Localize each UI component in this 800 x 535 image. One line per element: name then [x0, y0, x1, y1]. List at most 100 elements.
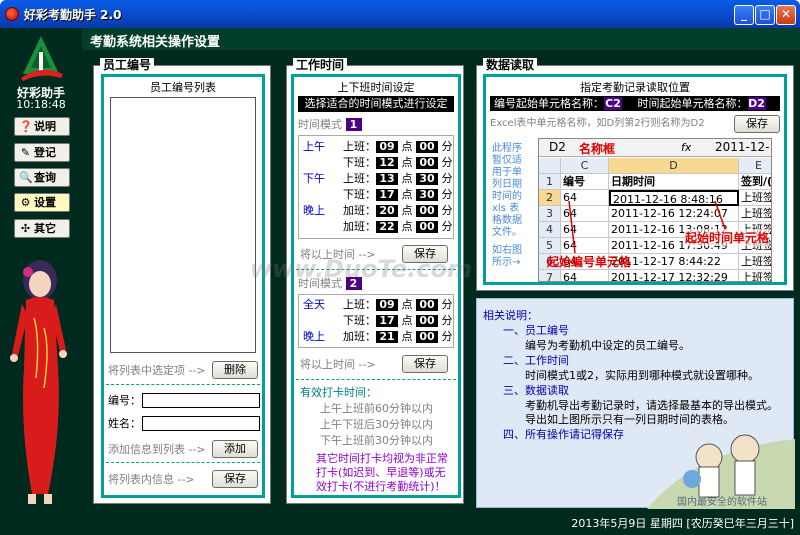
id-cell-field[interactable]: C2: [604, 97, 622, 110]
save-list-hint: 将列表内信息 -->: [108, 473, 195, 486]
time-row: 加班： 20 点 00 分: [343, 204, 453, 217]
status-bar: 2013年5月9日 星期四 [农历癸巳年三月三十]: [82, 510, 800, 535]
info-title: 相关说明：: [483, 309, 538, 322]
pencil-icon: ✎: [20, 146, 31, 159]
sidebar-button-settings[interactable]: ⚙ 设置: [14, 193, 70, 212]
maximize-button[interactable]: □: [755, 5, 775, 25]
hour-field[interactable]: 09: [376, 299, 398, 311]
cell-name-bar: 编号起始单元格名称：C2 时间起始单元格名称：D2: [490, 96, 780, 111]
app-icon: [5, 7, 19, 21]
employee-listbox[interactable]: [110, 97, 256, 353]
side-note: 此程序 暂仅适 用于单 列日期 时间的 xls 表格数据 文件。 如右图 所示→: [492, 143, 522, 268]
divider: [296, 379, 456, 380]
mode1-label: 时间模式 1: [298, 118, 362, 132]
mode1-badge: 1: [345, 118, 362, 131]
hour-field[interactable]: 12: [376, 157, 398, 169]
mode1-box: 上午 下午 晚上 上班： 09 点 00 分 下班： 12 点 00 分 上班： 13…: [298, 135, 454, 239]
info-body: 编号为考勤机中设定的员工编号。: [525, 339, 690, 352]
divider: [106, 462, 260, 463]
save-list-button[interactable]: 保存: [212, 470, 258, 488]
worktime-section-title: 工作时间: [293, 58, 348, 73]
minute-field[interactable]: 00: [416, 315, 438, 327]
mode2-box: 全天 晚上 上班： 09 点 00 分 下班： 17 点 00 分 加班： 21 点 …: [298, 294, 454, 348]
other-icon: ✣: [20, 222, 31, 235]
hour-field[interactable]: 20: [376, 205, 398, 217]
worktime-panel: 工作时间 上下班时间设定 选择适合的时间模式进行设定 时间模式 1 上午 下午 …: [286, 58, 464, 504]
minute-field[interactable]: 30: [416, 173, 438, 185]
info-heading: 一、员工编号: [503, 324, 569, 337]
sidebar-button-register[interactable]: ✎ 登记: [14, 143, 70, 162]
minute-field[interactable]: 00: [416, 331, 438, 343]
minimize-button[interactable]: _: [734, 5, 754, 25]
search-icon: 🔍: [19, 171, 33, 184]
divider: [106, 384, 260, 385]
site-watermark: 国内最安全的软件站: [677, 497, 767, 508]
sidebar-button-other[interactable]: ✣ 其它: [14, 219, 70, 238]
time-row: 上班： 09 点 00 分: [343, 298, 453, 311]
time-row: 上班： 09 点 00 分: [343, 140, 453, 153]
period-label: 晚上: [303, 204, 325, 217]
add-button[interactable]: 添加: [212, 440, 258, 458]
name-input[interactable]: [142, 416, 260, 431]
window-title: 好彩考勤助手 2.0: [24, 8, 122, 22]
worktime-inner-box: 上下班时间设定 选择适合的时间模式进行设定 时间模式 1 上午 下午 晚上 上班…: [291, 74, 461, 498]
minute-field[interactable]: 00: [416, 299, 438, 311]
delete-button[interactable]: 删除: [212, 361, 258, 379]
time-row: 下班： 12 点 00 分: [343, 156, 453, 169]
employee-section-title: 员工编号: [100, 58, 155, 73]
sidebar-button-query[interactable]: 🔍查询: [14, 168, 70, 187]
help-icon: ❓: [19, 120, 33, 133]
dataread-section-title: 数据读取: [483, 58, 538, 73]
valid-time-row: 下午上班前30分钟以内: [320, 434, 433, 447]
hour-field[interactable]: 22: [376, 221, 398, 233]
warning-text: 效打卡(不进行考勤统计)！: [316, 480, 446, 493]
time-row: 下班： 17 点 30 分: [343, 188, 453, 201]
period-label: 上午: [303, 140, 325, 153]
choose-mode-banner: 选择适合的时间模式进行设定: [298, 96, 454, 112]
excel-example-image: D2 名称框 fx 2011-12- C D E 1 编号 日期时间 签到/( …: [538, 138, 772, 282]
watermark: www.DuoTe.com: [250, 255, 472, 283]
status-date: 2013年5月9日 星期四 [农历癸巳年三月三十]: [571, 517, 794, 530]
gear-icon: ⚙: [20, 196, 31, 209]
warning-text: 其它时间打卡均视为非正常: [316, 452, 448, 465]
employee-inner-box: 员工编号列表 将列表中选定项 --> 删除 编号： 姓名： 添加信息到列表 --…: [101, 74, 265, 498]
mode2-save-button[interactable]: 保存: [402, 355, 448, 373]
hour-field[interactable]: 17: [376, 189, 398, 201]
close-button[interactable]: ✕: [776, 5, 796, 25]
valid-time-row: 上午下班后30分钟以内: [320, 418, 433, 431]
minute-field[interactable]: 30: [416, 189, 438, 201]
cell-name-hint: Excel表中单元格名称，如D列第2行则名称为D2: [490, 118, 705, 129]
time-row: 上班： 13 点 30 分: [343, 172, 453, 185]
minute-field[interactable]: 00: [416, 157, 438, 169]
warning-text: 打卡(如迟到、早退等)或无: [316, 466, 446, 479]
dataread-box-title: 指定考勤记录读取位置: [580, 81, 690, 94]
delete-hint: 将列表中选定项 -->: [108, 364, 206, 377]
info-heading: 二、工作时间: [503, 354, 569, 367]
dataread-save-button[interactable]: 保存: [734, 115, 780, 133]
mode2-save-hint: 将以上时间 -->: [300, 358, 376, 371]
logo-icon: [21, 36, 63, 81]
hour-field[interactable]: 17: [376, 315, 398, 327]
info-body: 时间模式1或2，实际用到哪种模式就设置哪种。: [525, 369, 759, 382]
hour-field[interactable]: 13: [376, 173, 398, 185]
hour-field[interactable]: 21: [376, 331, 398, 343]
page-header: 考勤系统相关操作设置: [82, 28, 800, 50]
employee-list-title: 员工编号列表: [150, 81, 216, 94]
sidebar-button-help[interactable]: ❓说明: [14, 117, 70, 136]
hour-field[interactable]: 09: [376, 141, 398, 153]
add-hint: 添加信息到列表 -->: [108, 443, 206, 456]
period-label: 全天: [303, 298, 325, 311]
time-row: 加班： 21 点 00 分: [343, 330, 453, 343]
name-label: 姓名：: [108, 417, 141, 430]
info-body: 导出如上图所示只有一列日期时间的表格。: [525, 413, 734, 426]
datetime-cell-field[interactable]: D2: [747, 97, 766, 110]
id-input[interactable]: [142, 393, 260, 408]
info-heading: 三、数据读取: [503, 384, 569, 397]
minute-field[interactable]: 00: [416, 221, 438, 233]
minute-field[interactable]: 00: [416, 141, 438, 153]
period-label: 下午: [303, 172, 325, 185]
minute-field[interactable]: 00: [416, 205, 438, 217]
mascot-girl-illustration: [10, 260, 67, 504]
time-row: 加班： 22 点 00 分: [343, 220, 453, 233]
employee-panel: 员工编号 员工编号列表 将列表中选定项 --> 删除 编号： 姓名： 添加信息到…: [93, 58, 271, 504]
